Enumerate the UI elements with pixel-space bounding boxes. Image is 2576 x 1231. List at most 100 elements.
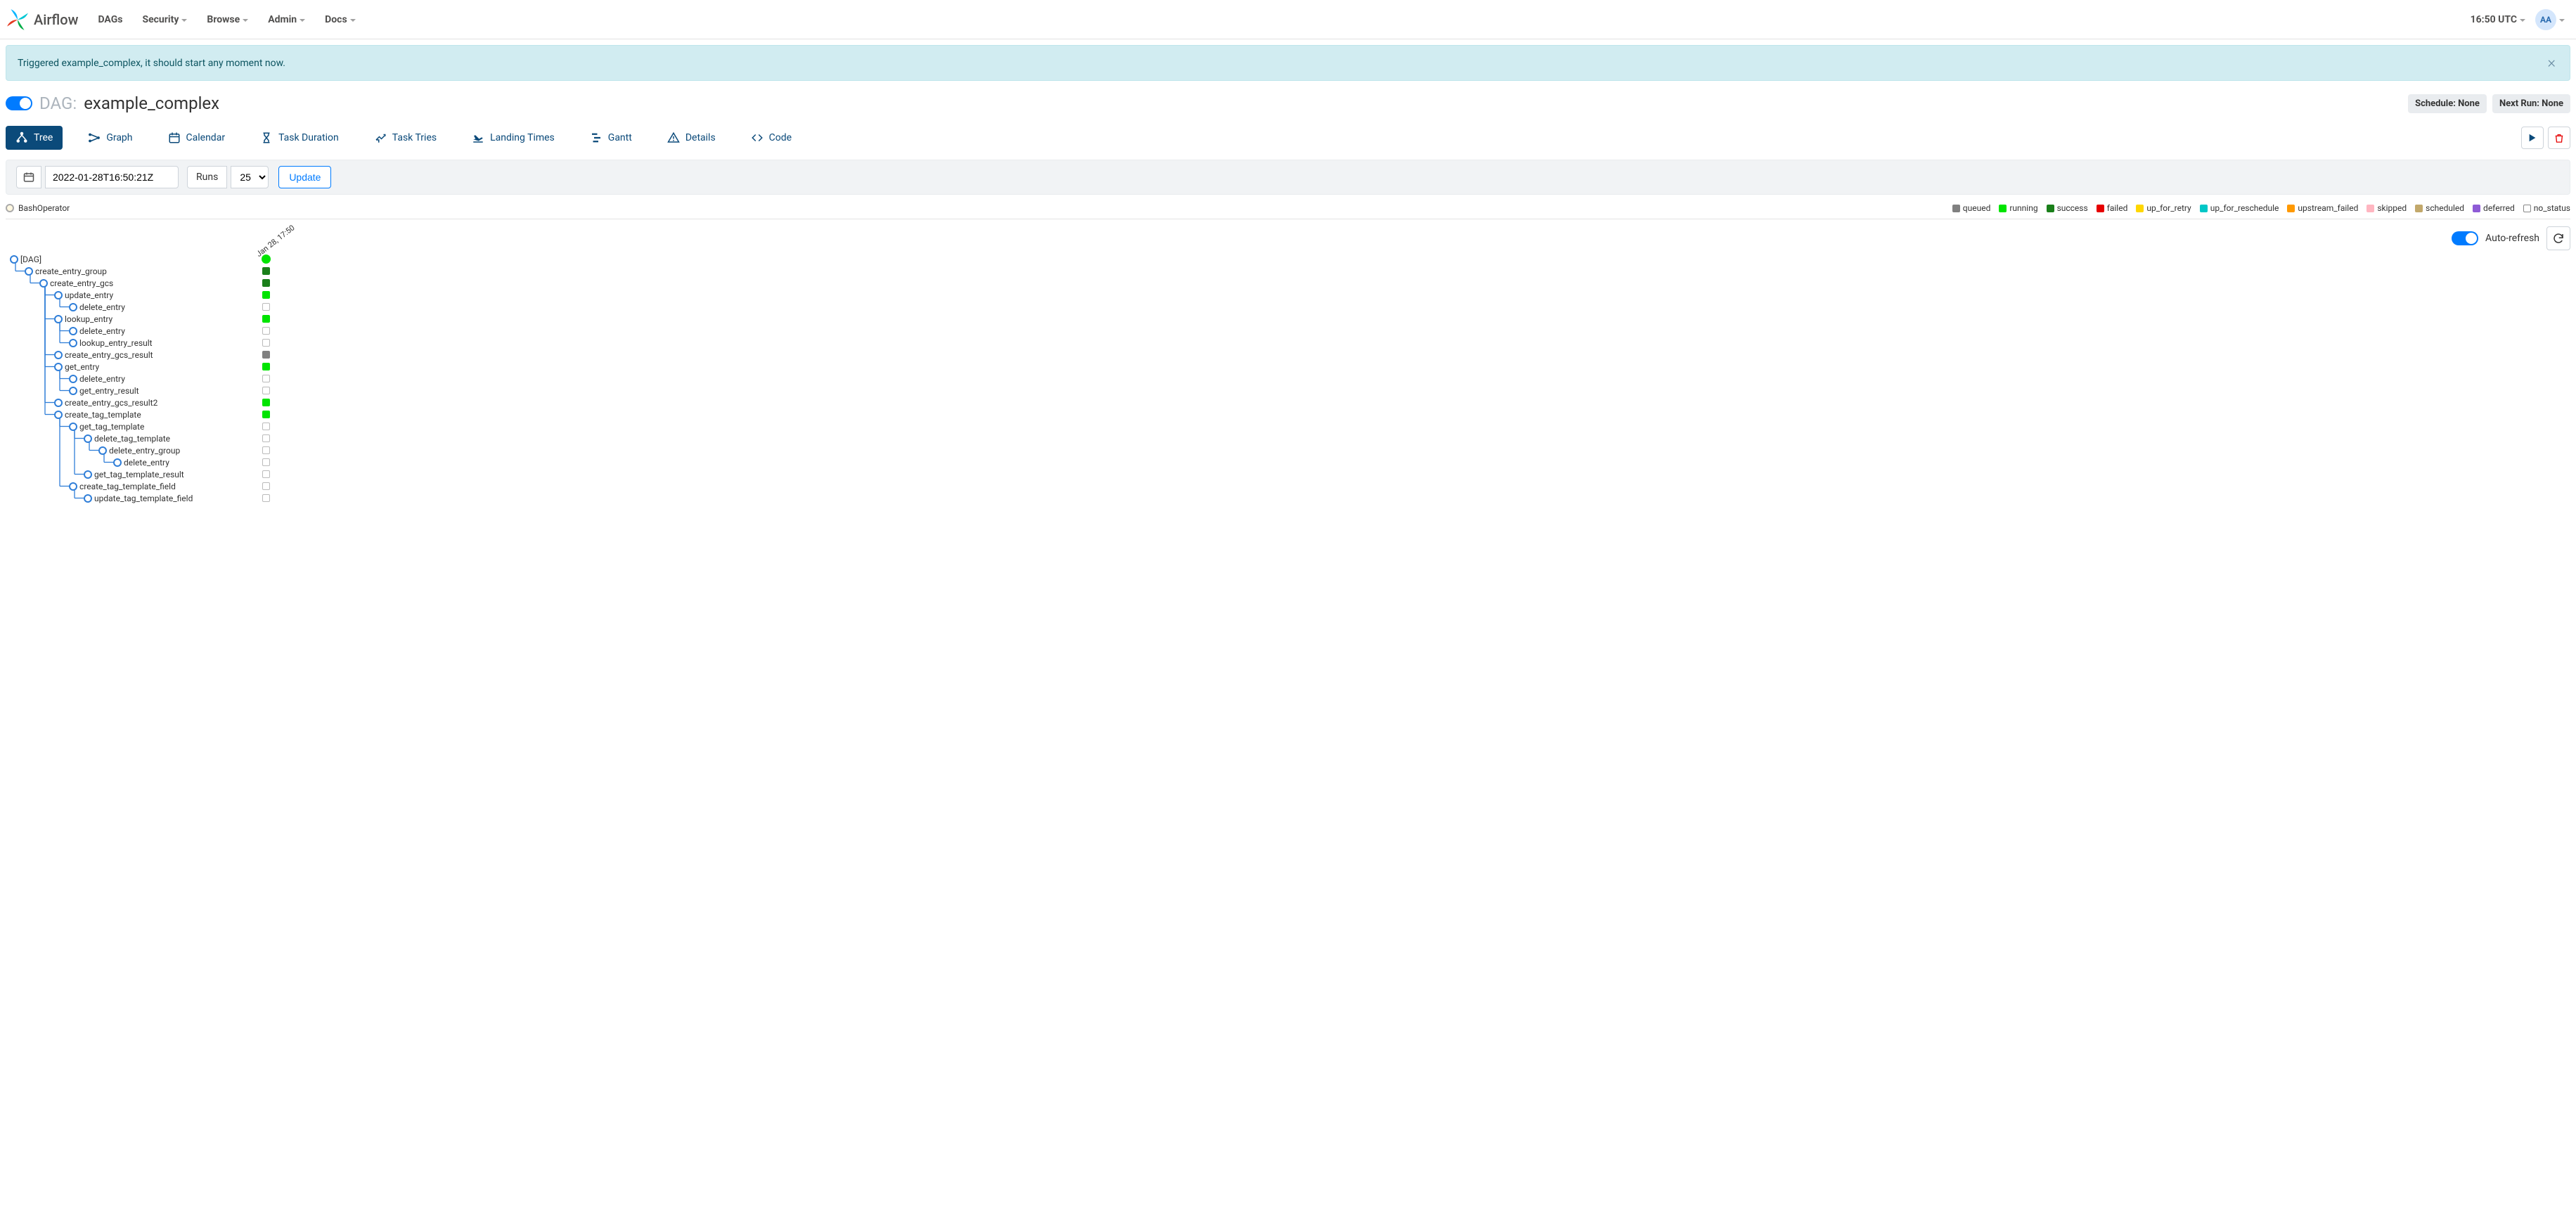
task-label[interactable]: create_entry_gcs_result2 [65, 398, 157, 408]
task-instance-cell[interactable] [262, 494, 270, 502]
task-instance-cell[interactable] [262, 291, 270, 299]
task-instance-cell[interactable] [262, 351, 270, 359]
task-label[interactable]: get_entry [65, 362, 99, 372]
status-legend-entry-deferred: deferred [2473, 203, 2515, 213]
runs-select[interactable]: 25 [231, 166, 269, 188]
task-node-icon[interactable] [54, 315, 63, 323]
task-tries-icon [374, 131, 387, 144]
auto-refresh-toggle[interactable] [2452, 231, 2478, 245]
nav-link-admin[interactable]: Admin [268, 14, 305, 25]
schedule-pill[interactable]: Schedule: None [2408, 94, 2487, 113]
status-swatch-icon [2523, 205, 2531, 212]
nav-link-browse[interactable]: Browse [207, 14, 248, 25]
task-instance-cell[interactable] [262, 375, 270, 382]
brand[interactable]: Airflow [6, 8, 78, 32]
task-label[interactable]: delete_tag_template [94, 434, 170, 444]
chevron-down-icon [181, 19, 187, 22]
tab-calendar[interactable]: Calendar [158, 126, 236, 150]
dag-enable-toggle[interactable] [6, 96, 32, 110]
update-button[interactable]: Update [278, 166, 331, 188]
task-instance-cell[interactable] [262, 387, 270, 394]
task-node-icon[interactable] [54, 399, 63, 407]
task-label[interactable]: delete_entry [79, 374, 125, 384]
delete-dag-button[interactable] [2548, 127, 2570, 149]
task-label[interactable]: [DAG] [20, 254, 41, 264]
task-instance-cell[interactable] [262, 303, 270, 311]
task-node-icon[interactable] [54, 351, 63, 359]
task-node-icon[interactable] [54, 411, 63, 419]
task-instance-cell[interactable] [262, 482, 270, 490]
status-swatch-icon [2097, 205, 2104, 212]
code-icon [751, 131, 764, 144]
task-label[interactable]: delete_entry [79, 326, 125, 336]
nav-link-security[interactable]: Security [142, 14, 187, 25]
task-node-icon[interactable] [39, 279, 48, 288]
task-label[interactable]: lookup_entry [65, 314, 112, 324]
task-node-icon[interactable] [25, 267, 33, 276]
tab-landing-times[interactable]: Landing Times [462, 126, 565, 150]
tab-tree[interactable]: Tree [6, 126, 63, 150]
task-label[interactable]: delete_entry_group [109, 446, 180, 456]
task-label[interactable]: lookup_entry_result [79, 338, 153, 348]
task-node-icon[interactable] [69, 387, 77, 395]
task-instance-cell[interactable] [262, 279, 270, 287]
task-node-icon[interactable] [69, 375, 77, 383]
task-label[interactable]: create_tag_template_field [79, 482, 176, 491]
tab-code[interactable]: Code [741, 126, 801, 150]
task-node-icon[interactable] [54, 363, 63, 371]
task-node-icon[interactable] [69, 339, 77, 347]
task-label[interactable]: create_tag_template [65, 410, 141, 420]
task-instance-cell[interactable] [262, 446, 270, 454]
task-label[interactable]: get_tag_template [79, 422, 144, 432]
nav-link-dags[interactable]: DAGs [98, 14, 122, 25]
task-label[interactable]: delete_entry [79, 302, 125, 312]
task-instance-cell[interactable] [262, 327, 270, 335]
task-node-icon[interactable] [69, 327, 77, 335]
task-node-icon[interactable] [69, 423, 77, 431]
task-instance-cell[interactable] [262, 470, 270, 478]
task-node-icon[interactable] [113, 458, 122, 467]
tab-task-tries[interactable]: Task Tries [364, 126, 446, 150]
timezone-selector[interactable]: 16:50 UTC [2471, 14, 2525, 25]
tab-details[interactable]: Details [657, 126, 726, 150]
close-icon[interactable]: × [2544, 54, 2558, 72]
task-instance-cell[interactable] [262, 423, 270, 430]
task-node-icon[interactable] [10, 255, 18, 264]
task-instance-cell[interactable] [262, 399, 270, 406]
base-date-input[interactable] [45, 166, 179, 188]
tab-gantt[interactable]: Gantt [580, 126, 642, 150]
tab-task-duration[interactable]: Task Duration [250, 126, 349, 150]
tab-graph[interactable]: Graph [78, 126, 142, 150]
task-label[interactable]: create_entry_gcs [50, 278, 113, 288]
task-instance-cell[interactable] [262, 434, 270, 442]
task-node-icon[interactable] [84, 434, 92, 443]
task-instance-cell[interactable] [262, 267, 270, 275]
nextrun-pill[interactable]: Next Run: None [2492, 94, 2570, 113]
task-instance-cell[interactable] [262, 363, 270, 370]
task-tree: [DAG] create_entry_group create_entry_gcsu… [6, 253, 2570, 504]
task-label[interactable]: delete_entry [124, 458, 169, 468]
task-label[interactable]: get_tag_template_result [94, 470, 184, 479]
task-instance-cell[interactable] [262, 411, 270, 418]
task-node-icon[interactable] [98, 446, 107, 455]
task-label[interactable]: update_tag_template_field [94, 494, 193, 503]
task-node-icon[interactable] [84, 494, 92, 503]
refresh-button[interactable] [2546, 226, 2570, 250]
task-node-icon[interactable] [84, 470, 92, 479]
task-label[interactable]: create_entry_gcs_result [65, 350, 153, 360]
nav-link-docs[interactable]: Docs [325, 14, 356, 25]
user-menu[interactable]: AA [2535, 9, 2565, 30]
header-pills: Schedule: None Next Run: None [2408, 94, 2570, 113]
trigger-dag-button[interactable] [2521, 127, 2544, 149]
task-node-icon[interactable] [69, 303, 77, 311]
task-instance-cell[interactable] [262, 339, 270, 347]
task-label[interactable]: get_entry_result [79, 386, 139, 396]
dagrun-status-icon[interactable] [262, 254, 271, 264]
task-node-icon[interactable] [54, 291, 63, 299]
task-instance-cell[interactable] [262, 315, 270, 323]
task-label[interactable]: update_entry [65, 290, 113, 300]
calendar-button[interactable] [16, 166, 41, 188]
task-node-icon[interactable] [69, 482, 77, 491]
task-label[interactable]: create_entry_group [35, 266, 107, 276]
task-instance-cell[interactable] [262, 458, 270, 466]
